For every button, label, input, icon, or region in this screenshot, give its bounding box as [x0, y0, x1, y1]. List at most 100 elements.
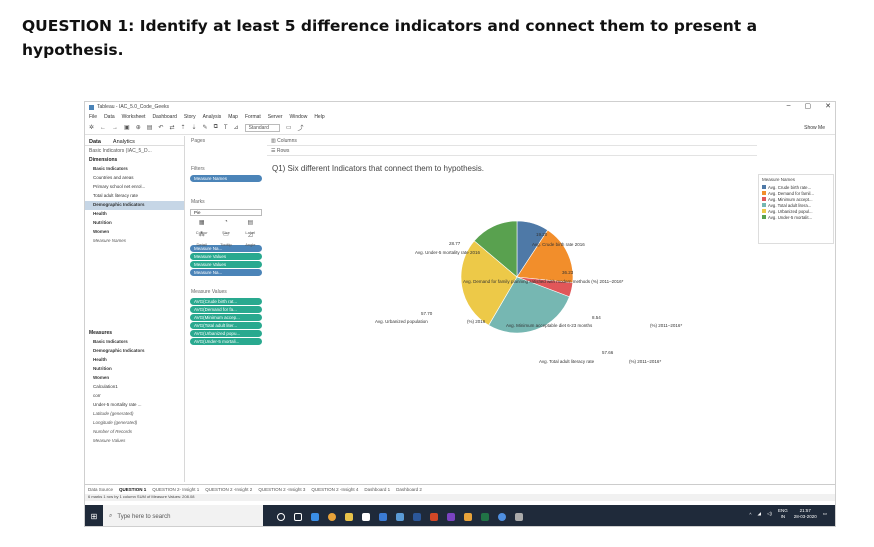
dimensions-field[interactable]: Countries and areas — [85, 174, 184, 183]
dimensions-field[interactable]: Measure Names — [85, 237, 184, 246]
menu-worksheet[interactable]: Worksheet — [122, 114, 146, 120]
menu-file[interactable]: File — [89, 114, 97, 120]
sheet-tab[interactable]: QUESTION 1 — [119, 487, 146, 492]
mark-button-detail[interactable]: ⁂Detail — [190, 231, 213, 247]
filter-pill[interactable]: Measure Names — [190, 175, 262, 182]
rows-shelf[interactable]: ☰ Rows — [267, 146, 757, 156]
measure-value-pill[interactable]: AVG(Demand for fa... — [190, 306, 262, 313]
measures-field[interactable]: corr — [85, 392, 184, 401]
cortana-icon[interactable] — [277, 512, 285, 521]
add-datasource-icon[interactable]: ⊕ — [136, 124, 141, 131]
tray-chevron-icon[interactable]: ^ — [749, 512, 751, 517]
store-icon[interactable] — [362, 512, 370, 521]
sheet-tab[interactable]: Data Source — [88, 487, 113, 492]
label-icon[interactable]: T — [224, 125, 228, 131]
share-icon[interactable]: ⤴ — [298, 123, 304, 132]
snip-icon[interactable] — [515, 512, 523, 521]
menu-story[interactable]: Story — [184, 114, 196, 120]
presentation-icon[interactable]: ▭ — [286, 124, 292, 131]
app-icon[interactable] — [396, 512, 404, 521]
explorer-icon[interactable] — [345, 512, 353, 521]
undo-icon[interactable]: ↶ — [158, 124, 163, 131]
sheet-tab[interactable]: Dashboard 1 — [364, 487, 390, 492]
measures-field[interactable]: Number of Records — [85, 428, 184, 437]
mark-button-tooltip[interactable]: ▭ Tooltip — [214, 231, 237, 247]
fit-select[interactable]: Standard — [244, 123, 280, 132]
measures-field[interactable]: Basic Indicators — [85, 338, 184, 347]
menu-format[interactable]: Format — [245, 114, 261, 120]
clock[interactable]: 21:57 28-03-2020 — [794, 508, 817, 520]
measures-field[interactable]: Calculation1 — [85, 383, 184, 392]
sort-asc-icon[interactable]: ⇡ — [180, 124, 185, 131]
tab-analytics[interactable]: Analytics — [113, 139, 135, 145]
swap-icon[interactable]: ⇄ — [169, 124, 174, 131]
measures-field[interactable]: Women — [85, 374, 184, 383]
mark-button-size[interactable]: ◔ Size — [214, 219, 237, 235]
mail-icon[interactable] — [379, 512, 387, 521]
save-icon[interactable]: ▣ — [124, 124, 130, 131]
group-icon[interactable]: ⧉ — [214, 124, 218, 131]
tab-data[interactable]: Data — [89, 139, 101, 145]
measures-field[interactable]: Measure Values — [85, 437, 184, 446]
measures-field[interactable]: Longitude (generated) — [85, 419, 184, 428]
marks-pill[interactable]: Measure Na... — [190, 269, 262, 276]
menu-analysis[interactable]: Analysis — [203, 114, 222, 120]
menu-data[interactable]: Data — [104, 114, 115, 120]
measure-value-pill[interactable]: AVG(Minimum accep... — [190, 314, 262, 321]
menu-window[interactable]: Window — [290, 114, 308, 120]
measure-value-pill[interactable]: AVG(Under-5 mortali... — [190, 338, 262, 345]
marks-pill[interactable]: Measure Values — [190, 261, 262, 268]
pin-icon[interactable]: ⊿ — [234, 124, 239, 131]
chrome-icon[interactable] — [328, 512, 336, 521]
menu-server[interactable]: Server — [268, 114, 283, 120]
onenote-icon[interactable] — [447, 512, 455, 521]
dimensions-field[interactable]: Nutrition — [85, 219, 184, 228]
notification-icon[interactable]: ▭ — [823, 511, 827, 517]
dimensions-field[interactable]: Women — [85, 228, 184, 237]
taskbar-search[interactable]: ⌕ Type here to search — [103, 505, 263, 526]
mark-button-label[interactable]: ▤ Label — [239, 219, 262, 235]
forward-icon[interactable]: → — [112, 125, 118, 131]
sheet-tab[interactable]: QUESTION 2 -Insight 4 — [311, 487, 358, 492]
measures-field[interactable]: Under-5 mortality rate ... — [85, 401, 184, 410]
maximize-button[interactable]: ▢ — [805, 102, 812, 110]
measure-value-pill[interactable]: AVG(Crude birth rat... — [190, 298, 262, 305]
mark-type-select[interactable]: Pie — [190, 209, 262, 216]
columns-shelf[interactable]: ▥ Columns — [267, 136, 757, 146]
measures-field[interactable]: Nutrition — [85, 365, 184, 374]
dimensions-field[interactable]: Primary school net enrol... — [85, 183, 184, 192]
chrome2-icon[interactable] — [498, 512, 506, 521]
sheet-tab[interactable]: QUESTION 2 -Insight 3 — [258, 487, 305, 492]
excel-icon[interactable] — [481, 512, 489, 521]
datasource-item[interactable]: Basic Indicators (IAC_5_D... — [85, 146, 184, 155]
new-sheet-icon[interactable]: ▤ — [147, 124, 153, 131]
close-button[interactable]: ✕ — [825, 102, 831, 110]
sheet-tab[interactable]: QUESTION 2 -Insight 2 — [205, 487, 252, 492]
mark-button-angle[interactable]: ◿ Angle — [239, 231, 262, 247]
legend-item[interactable]: Avg. Under-5 mortalit... — [762, 214, 830, 220]
tableau-logo-icon[interactable]: ✲ — [89, 124, 94, 131]
show-me-button[interactable]: Show Me — [804, 125, 825, 131]
mark-button-colour[interactable]: ▦ Colour — [190, 219, 213, 235]
network-icon[interactable]: ◢ — [758, 511, 761, 517]
task-view-icon[interactable] — [294, 512, 302, 521]
menu-dashboard[interactable]: Dashboard — [152, 114, 176, 120]
tableau-taskbar-icon[interactable] — [464, 512, 472, 521]
dimensions-field[interactable]: Demographic Indicators — [85, 201, 184, 210]
menu-help[interactable]: Help — [314, 114, 324, 120]
dimensions-field[interactable]: Total adult literacy rate — [85, 192, 184, 201]
measures-field[interactable]: Demographic Indicators — [85, 347, 184, 356]
highlight-icon[interactable]: ✎ — [203, 124, 208, 131]
sheet-tab[interactable]: Dashboard 2 — [396, 487, 422, 492]
volume-icon[interactable]: ◁) — [767, 511, 772, 517]
powerpoint-icon[interactable] — [430, 512, 438, 521]
color-legend[interactable]: Measure Names Avg. Crude birth rate... Av… — [758, 174, 834, 244]
windows-start-icon[interactable]: ⊞ — [85, 505, 103, 526]
sort-desc-icon[interactable]: ⇣ — [192, 124, 197, 131]
filters-shelf[interactable]: Filters — [186, 164, 266, 174]
word-icon[interactable] — [413, 512, 421, 521]
lang-indicator[interactable]: ENG IN — [778, 508, 788, 520]
marks-pill[interactable]: Measure Values — [190, 253, 262, 260]
measure-value-pill[interactable]: AVG(Urbanized popu... — [190, 330, 262, 337]
menu-map[interactable]: Map — [228, 114, 238, 120]
